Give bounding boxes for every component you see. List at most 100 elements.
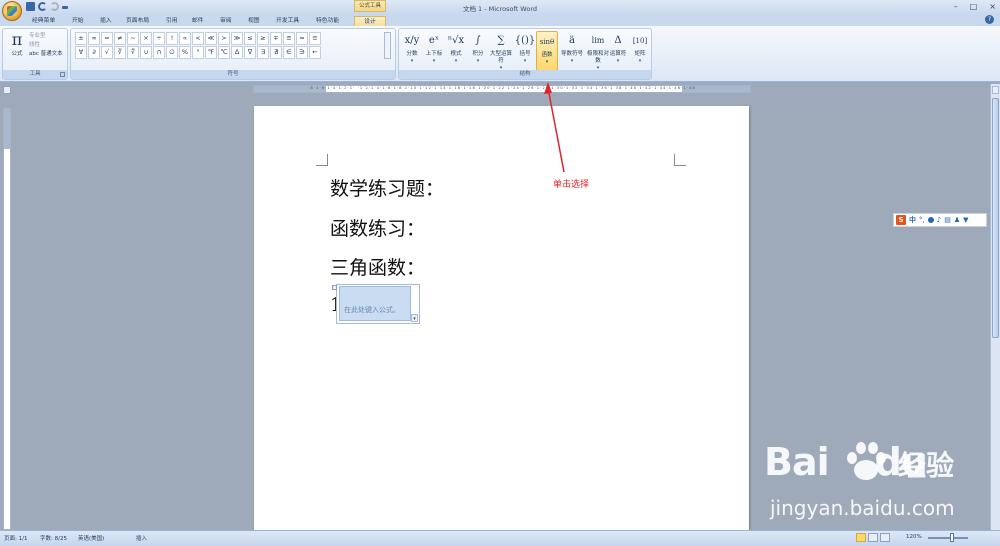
maximize-button[interactable]: □: [970, 2, 978, 11]
scroll-up-button[interactable]: [992, 86, 999, 94]
symbol-button[interactable]: ∋: [296, 46, 308, 59]
sogou-logo-icon[interactable]: S: [896, 215, 906, 225]
bracket-button[interactable]: {()} 括号 ▾: [514, 31, 536, 64]
skin-icon[interactable]: ♟: [954, 216, 960, 224]
equation-container[interactable]: 在此处键入公式。 ▾: [332, 284, 420, 324]
symbol-button[interactable]: ∇: [244, 46, 256, 59]
status-words[interactable]: 字数: 8/25: [40, 534, 67, 542]
punctuation-icon[interactable]: °,: [919, 216, 925, 224]
print-layout-view-icon[interactable]: [856, 533, 866, 542]
symbol-button[interactable]: ∝: [179, 32, 191, 45]
symbol-button[interactable]: ∓: [270, 32, 282, 45]
integral-button[interactable]: ∫ 积分 ▾: [467, 31, 489, 64]
symbol-button[interactable]: ∂: [88, 46, 100, 59]
symbol-button[interactable]: ∄: [270, 46, 282, 59]
office-button[interactable]: [2, 1, 22, 21]
symbol-button[interactable]: ∀: [75, 46, 87, 59]
microphone-icon[interactable]: ♪: [937, 216, 941, 224]
zoom-level[interactable]: 120%: [906, 534, 922, 540]
symbol-button[interactable]: √: [101, 46, 113, 59]
symbol-button[interactable]: ∆: [231, 46, 243, 59]
symbol-button[interactable]: ≅: [283, 32, 295, 45]
ruler-toggle-button[interactable]: [3, 86, 11, 94]
doc-text-line[interactable]: 三角函数：: [330, 253, 425, 280]
symbol-button[interactable]: ∪: [140, 46, 152, 59]
symbol-button[interactable]: %: [179, 46, 191, 59]
function-button[interactable]: sinθ 函数 ▾: [536, 31, 558, 71]
symbol-button[interactable]: ≪: [205, 32, 217, 45]
symbol-button[interactable]: ℃: [218, 46, 230, 59]
symbol-button[interactable]: ±: [75, 32, 87, 45]
formula-button[interactable]: π 公式: [7, 31, 27, 58]
zoom-slider[interactable]: [928, 537, 968, 539]
symbol-button[interactable]: ×: [140, 32, 152, 45]
ime-mode[interactable]: 中: [909, 215, 916, 225]
symbol-button[interactable]: ≠: [114, 32, 126, 45]
linear-button[interactable]: 线性: [29, 41, 63, 50]
professional-button[interactable]: 专业型: [29, 32, 63, 41]
symbol-button[interactable]: ∞: [88, 32, 100, 45]
tab-page-layout[interactable]: 页面布局: [122, 16, 153, 26]
tab-home[interactable]: 开始: [68, 16, 88, 26]
help-icon[interactable]: ?: [985, 15, 994, 24]
zoom-slider-knob[interactable]: [950, 533, 954, 542]
ime-toolbar[interactable]: S 中 °, ♪ ▤ ♟ ▼: [893, 213, 987, 227]
symbol-button[interactable]: ∩: [153, 46, 165, 59]
symbol-button[interactable]: °: [192, 46, 204, 59]
operator-button[interactable]: Δ 运算符 ▾: [607, 31, 629, 64]
symbol-gallery-scroll[interactable]: [384, 32, 391, 59]
symbol-button[interactable]: ≫: [231, 32, 243, 45]
accent-button[interactable]: ä 导数符号 ▾: [559, 31, 585, 64]
symbol-button[interactable]: ≤: [244, 32, 256, 45]
status-page[interactable]: 页面: 1/1: [4, 534, 27, 542]
tab-insert[interactable]: 插入: [96, 16, 116, 26]
radical-button[interactable]: ⁿ√x 根式 ▾: [445, 31, 467, 64]
scroll-thumb[interactable]: [992, 98, 999, 338]
status-language[interactable]: 英语(美国): [78, 534, 104, 542]
equation-input[interactable]: 在此处键入公式。: [339, 286, 411, 321]
script-button[interactable]: eˣ 上下标 ▾: [423, 31, 445, 64]
symbol-button[interactable]: !: [166, 32, 178, 45]
symbol-button[interactable]: ∛: [114, 46, 126, 59]
symbol-button[interactable]: ∈: [283, 46, 295, 59]
normal-text-button[interactable]: abc 普通文本: [29, 50, 63, 59]
vertical-ruler[interactable]: [3, 108, 11, 530]
symbol-button[interactable]: ∅: [166, 46, 178, 59]
emoji-icon[interactable]: [927, 217, 934, 223]
large-operator-button[interactable]: ∑ 大型运算符 ▾: [489, 31, 513, 71]
tab-classic-menu[interactable]: 经典菜单: [28, 16, 59, 26]
symbol-button[interactable]: >: [218, 32, 230, 45]
tab-view[interactable]: 视图: [244, 16, 264, 26]
symbol-button[interactable]: <: [192, 32, 204, 45]
symbol-button[interactable]: ÷: [153, 32, 165, 45]
symbol-button[interactable]: ∜: [127, 46, 139, 59]
matrix-button[interactable]: [10] 矩阵 ▾: [629, 31, 651, 64]
web-layout-view-icon[interactable]: [880, 533, 890, 542]
symbol-button[interactable]: ~: [127, 32, 139, 45]
symbol-button[interactable]: ≥: [257, 32, 269, 45]
doc-text-line[interactable]: 函数练习：: [330, 214, 425, 241]
close-button[interactable]: ×: [989, 2, 996, 11]
doc-text-line[interactable]: 数学练习题：: [330, 174, 444, 201]
keyboard-icon[interactable]: ▤: [944, 216, 951, 224]
horizontal-ruler[interactable]: ·8·1·6·1·4·1·2·1· ·1·2·1·4·1·6·1·8·1·10·…: [253, 85, 751, 93]
equation-options-icon[interactable]: ▾: [411, 314, 418, 322]
tab-references[interactable]: 引用: [162, 16, 182, 26]
equation-handle[interactable]: [332, 285, 337, 290]
status-insert-mode[interactable]: 插入: [136, 534, 147, 542]
symbol-button[interactable]: ≈: [296, 32, 308, 45]
symbol-button[interactable]: =: [101, 32, 113, 45]
tools-icon[interactable]: ▼: [963, 216, 968, 224]
tab-features[interactable]: 特色功能: [312, 16, 343, 26]
minimize-button[interactable]: –: [954, 2, 958, 11]
tab-developer[interactable]: 开发工具: [272, 16, 303, 26]
tab-design[interactable]: 设计: [354, 16, 386, 26]
symbol-button[interactable]: ←: [309, 46, 321, 59]
fraction-button[interactable]: x/y 分数 ▾: [401, 31, 423, 64]
symbol-button[interactable]: ≡: [309, 32, 321, 45]
symbol-button[interactable]: ∃: [257, 46, 269, 59]
tab-mailings[interactable]: 邮件: [188, 16, 208, 26]
symbol-button[interactable]: ℉: [205, 46, 217, 59]
full-screen-view-icon[interactable]: [868, 533, 878, 542]
tools-launcher-icon[interactable]: [60, 72, 65, 77]
